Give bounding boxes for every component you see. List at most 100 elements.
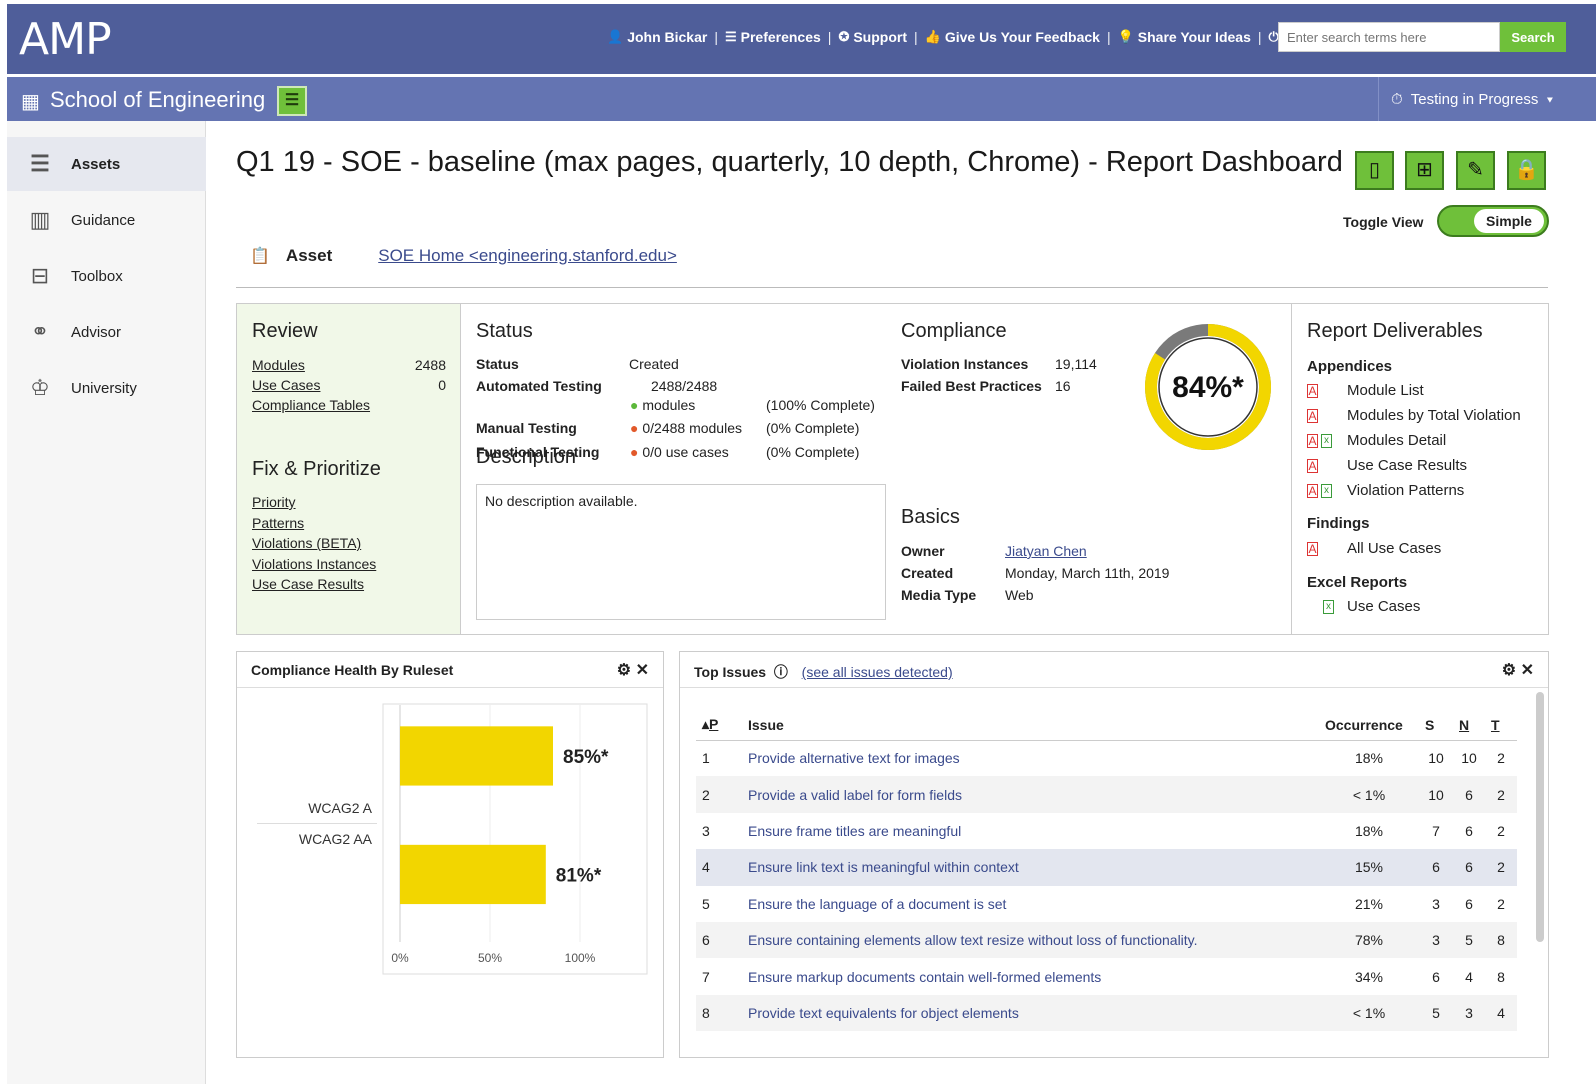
pdf-icon[interactable]: A bbox=[1307, 383, 1318, 398]
fix-link-violations-instances[interactable]: Violations Instances bbox=[252, 556, 376, 572]
top-issues-header: Top Issues ⓘ (see all issues detected) ⚙… bbox=[680, 652, 1548, 688]
deliverable-all-use-cases[interactable]: A All Use Cases bbox=[1307, 540, 1441, 557]
col-t[interactable]: T bbox=[1485, 710, 1517, 741]
col-s[interactable]: S bbox=[1419, 710, 1453, 741]
deliverable-use-case-results[interactable]: A Use Case Results bbox=[1307, 457, 1467, 474]
cell-issue[interactable]: Ensure frame titles are meaningful bbox=[742, 813, 1319, 849]
table-row[interactable]: 2 Provide a valid label for form fields < … bbox=[696, 776, 1517, 813]
fix-link-violations-beta-[interactable]: Violations (BETA) bbox=[252, 535, 361, 551]
chart-bar[interactable] bbox=[400, 844, 546, 905]
books-icon: ▥ bbox=[29, 207, 51, 232]
compliance-title: Compliance bbox=[901, 320, 1007, 342]
summary-panel: Review Fix & Prioritize Modules 2488 Use C… bbox=[236, 303, 1549, 635]
pdf-icon[interactable]: A bbox=[1307, 433, 1318, 448]
review-link-compliance-tables[interactable]: Compliance Tables bbox=[252, 397, 370, 413]
col-issue[interactable]: Issue bbox=[742, 710, 1319, 741]
pdf-icon[interactable]: A bbox=[1307, 541, 1318, 556]
compliance-health-title: Compliance Health By Ruleset bbox=[251, 662, 454, 678]
cell-t: 2 bbox=[1485, 849, 1517, 886]
clipboard-icon: 📋 bbox=[250, 248, 270, 265]
excel-icon[interactable]: x bbox=[1321, 433, 1332, 448]
cell-priority: 3 bbox=[702, 822, 710, 839]
pdf-icon[interactable]: A bbox=[1307, 458, 1318, 473]
automated-unit-text: modules bbox=[642, 397, 696, 413]
deliverable-module-list[interactable]: A Module List bbox=[1307, 382, 1424, 399]
nav-give-us-your-feedback[interactable]: 👍 Give Us Your Feedback bbox=[925, 29, 1100, 45]
caret-down-icon: ▾ bbox=[1546, 91, 1553, 108]
table-row[interactable]: 3 Ensure frame titles are meaningful 18% 7 6… bbox=[696, 813, 1517, 849]
deliverable-violation-patterns[interactable]: Ax Violation Patterns bbox=[1307, 482, 1464, 499]
cell-issue[interactable]: Provide alternative text for images bbox=[742, 740, 1319, 776]
search-input[interactable] bbox=[1278, 22, 1500, 52]
cell-s: 7 bbox=[1432, 822, 1440, 839]
toggle-view-switch[interactable]: Simple bbox=[1437, 205, 1549, 237]
testing-status-dropdown[interactable]: ⏱ Testing in Progress ▾ bbox=[1378, 77, 1596, 121]
deliverable-use-cases[interactable]: x Use Cases bbox=[1307, 598, 1420, 615]
nav-share-your-ideas[interactable]: 💡 Share Your Ideas bbox=[1118, 29, 1251, 45]
deliverable-modules-by-total-violation[interactable]: A Modules by Total Violation bbox=[1307, 407, 1521, 424]
gear-icon[interactable]: ⚙ bbox=[617, 662, 631, 679]
deliverable-label: Module List bbox=[1347, 382, 1424, 399]
col-occurrence[interactable]: Occurrence bbox=[1319, 710, 1419, 741]
table-row[interactable]: 1 Provide alternative text for images 18% 1… bbox=[696, 740, 1517, 776]
chart-bar[interactable] bbox=[400, 726, 553, 786]
asset-link[interactable]: SOE Home <engineering.stanford.edu> bbox=[378, 246, 677, 266]
nav-john-bickar[interactable]: 👤 John Bickar bbox=[607, 29, 707, 45]
handshake-icon: ⚭ bbox=[30, 319, 50, 344]
fix-link-patterns[interactable]: Patterns bbox=[252, 515, 304, 531]
close-icon[interactable]: ✕ bbox=[1521, 662, 1534, 679]
review-link-use-cases[interactable]: Use Cases bbox=[252, 377, 320, 393]
see-all-issues-link[interactable]: (see all issues detected) bbox=[802, 664, 953, 680]
col-priority[interactable]: ▴P bbox=[696, 710, 742, 741]
sidebar-item-university[interactable]: ♔ University bbox=[7, 361, 206, 415]
cell-issue[interactable]: Ensure containing elements allow text re… bbox=[742, 921, 1319, 959]
nav-preferences[interactable]: ☰ Preferences bbox=[725, 29, 821, 45]
deliverable-label: Use Case Results bbox=[1347, 457, 1468, 474]
edit-button[interactable]: ✎ bbox=[1456, 151, 1495, 190]
cell-issue[interactable]: Ensure link text is meaningful within co… bbox=[742, 849, 1319, 886]
pdf-icon[interactable]: A bbox=[1307, 483, 1318, 498]
table-row[interactable]: 7 Ensure markup documents contain well-fo… bbox=[696, 958, 1517, 994]
sidebar-item-advisor[interactable]: ⚭ Advisor bbox=[7, 305, 206, 359]
cell-issue[interactable]: Ensure markup documents contain well-for… bbox=[742, 958, 1319, 994]
top-issues-title: Top Issues bbox=[694, 664, 767, 680]
cell-issue[interactable]: Provide text equivalents for object elem… bbox=[742, 994, 1319, 1032]
fix-link-use-case-results[interactable]: Use Case Results bbox=[252, 576, 364, 592]
owner-link[interactable]: Jiatyan Chen bbox=[1005, 543, 1087, 559]
bookmark-button[interactable]: ▯ bbox=[1355, 151, 1394, 190]
info-icon[interactable]: ⓘ bbox=[770, 664, 792, 680]
deliverable-modules-detail[interactable]: Ax Modules Detail bbox=[1307, 432, 1446, 449]
org-menu-button[interactable]: ☰ bbox=[277, 86, 307, 116]
pdf-icon[interactable]: A bbox=[1307, 408, 1318, 423]
pencil-icon: ✎ bbox=[1467, 159, 1484, 181]
review-link-modules[interactable]: Modules bbox=[252, 357, 305, 373]
file-icons: x bbox=[1307, 599, 1347, 614]
gear-icon[interactable]: ⚙ bbox=[1502, 662, 1516, 679]
add-widget-button[interactable]: ⊞ bbox=[1405, 151, 1444, 190]
cell-n: 3 bbox=[1453, 994, 1485, 1032]
lock-button[interactable]: 🔒 bbox=[1507, 151, 1546, 190]
app-logo[interactable]: AMP bbox=[19, 14, 112, 65]
sidebar-item-label: Guidance bbox=[71, 211, 136, 229]
sidebar-item-guidance[interactable]: ▥ Guidance bbox=[7, 193, 206, 247]
close-icon[interactable]: ✕ bbox=[636, 662, 649, 679]
scrollbar[interactable] bbox=[1536, 692, 1544, 942]
table-row[interactable]: 8 Provide text equivalents for object ele… bbox=[696, 994, 1517, 1032]
cell-issue[interactable]: Provide a valid label for form fields bbox=[742, 776, 1319, 813]
table-row[interactable]: 4 Ensure link text is meaningful within c… bbox=[696, 849, 1517, 886]
col-n[interactable]: N bbox=[1453, 710, 1485, 741]
automated-testing-value: 2488/2488 bbox=[651, 378, 718, 394]
search-button[interactable]: Search bbox=[1500, 22, 1566, 52]
file-icons: Ax bbox=[1307, 483, 1347, 498]
sidebar-item-assets[interactable]: ☰ Assets bbox=[7, 137, 206, 191]
fix-link-priority[interactable]: Priority bbox=[252, 494, 296, 510]
sidebar-item-label: Toolbox bbox=[71, 267, 123, 285]
sidebar-item-toolbox[interactable]: ⊟ Toolbox bbox=[7, 249, 206, 303]
nav-support[interactable]: ✪ Support bbox=[838, 29, 907, 45]
cell-issue[interactable]: Ensure the language of a document is set bbox=[742, 886, 1319, 922]
excel-icon[interactable]: x bbox=[1321, 483, 1332, 498]
table-row[interactable]: 5 Ensure the language of a document is se… bbox=[696, 886, 1517, 922]
table-row[interactable]: 6 Ensure containing elements allow text r… bbox=[696, 921, 1517, 959]
excel-icon[interactable]: x bbox=[1323, 599, 1334, 614]
testing-status-label: Testing in Progress bbox=[1410, 91, 1539, 108]
